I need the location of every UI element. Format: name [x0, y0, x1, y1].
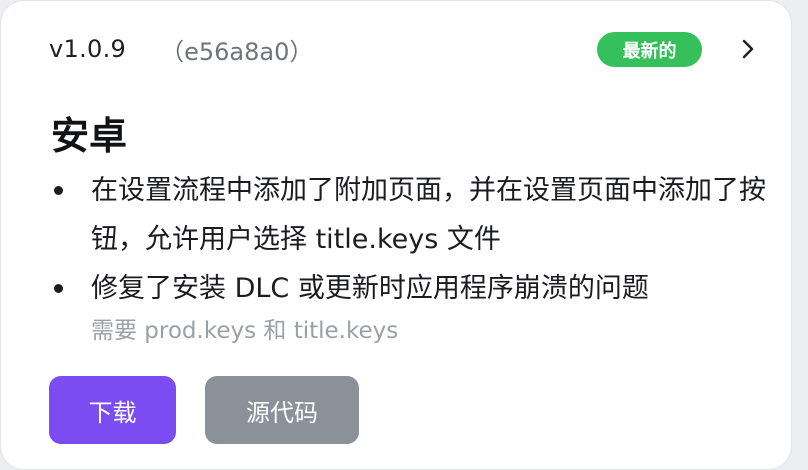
- release-notes-list: 在设置流程中添加了附加页面，并在设置页面中添加了按钮，允许用户选择 title.…: [51, 166, 791, 313]
- release-note-item: 在设置流程中添加了附加页面，并在设置页面中添加了按钮，允许用户选择 title.…: [51, 166, 791, 264]
- bullet-dot: [54, 284, 63, 293]
- release-header: v1.0.9 （e56a8a0）: [49, 27, 313, 71]
- bullet-dot: [54, 186, 63, 195]
- requirements-note: 需要 prod.keys 和 title.keys: [91, 318, 399, 344]
- version-label: v1.0.9: [49, 35, 127, 63]
- download-button[interactable]: 下载: [49, 376, 176, 444]
- release-note-text: 修复了安装 DLC 或更新时应用程序崩溃的问题: [91, 273, 649, 304]
- latest-badge: 最新的: [597, 32, 702, 67]
- release-note-item: 修复了安装 DLC 或更新时应用程序崩溃的问题: [51, 264, 791, 313]
- platform-heading: 安卓: [51, 114, 128, 158]
- source-code-button[interactable]: 源代码: [205, 376, 359, 444]
- release-card: v1.0.9 （e56a8a0） 最新的 安卓 在设置流程中添加了附加页面，并在…: [0, 0, 792, 470]
- commit-hash: （e56a8a0）: [160, 37, 314, 66]
- chevron-right-icon[interactable]: [736, 35, 760, 63]
- release-note-text: 在设置流程中添加了附加页面，并在设置页面中添加了按钮，允许用户选择 title.…: [91, 175, 766, 255]
